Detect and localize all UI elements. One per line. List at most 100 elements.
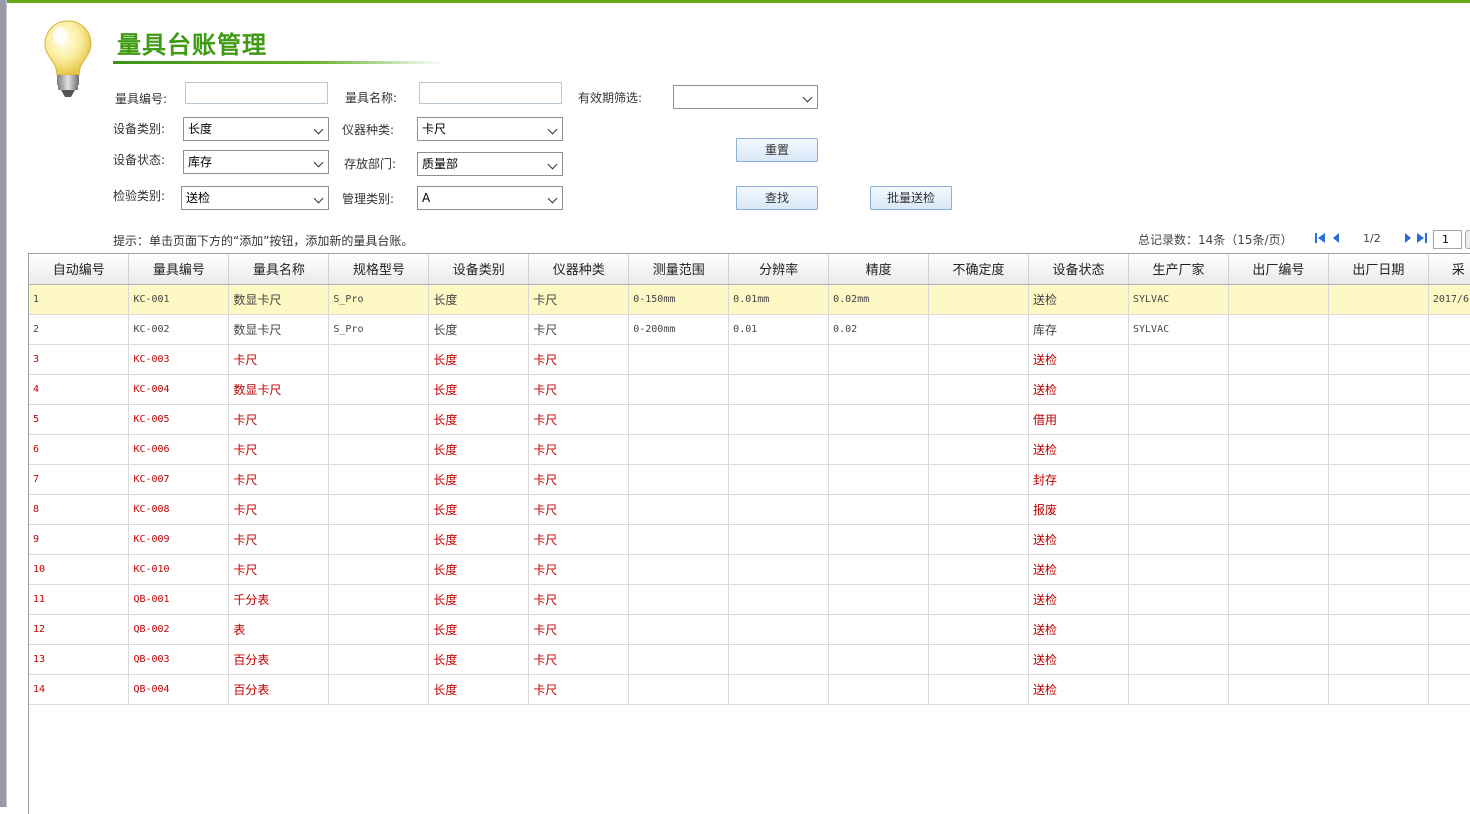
table-cell: [728, 614, 830, 645]
table-cell: [628, 674, 730, 705]
column-header[interactable]: 出厂日期: [1328, 254, 1429, 285]
inspection-type-select[interactable]: 送检: [181, 186, 329, 210]
table-row[interactable]: 9 KC-009 卡尺 长度 卡尺 送检: [29, 524, 1470, 555]
table-cell: 长度: [428, 554, 530, 585]
table-cell: 长度: [428, 494, 530, 525]
table-cell: [1328, 284, 1429, 315]
column-header[interactable]: 量具名称: [228, 254, 330, 285]
device-category-select[interactable]: 长度: [183, 117, 329, 141]
table-row[interactable]: 11 QB-001 千分表 长度 卡尺 送检: [29, 584, 1470, 615]
column-header[interactable]: 分辨率: [728, 254, 830, 285]
table-row[interactable]: 13 QB-003 百分表 长度 卡尺 送检: [29, 644, 1470, 675]
table-cell: 2017/6: [1428, 284, 1470, 315]
table-cell: [828, 434, 930, 465]
table-cell: 长度: [428, 464, 530, 495]
table-cell: [1128, 374, 1229, 405]
table-cell: [328, 494, 430, 525]
table-row[interactable]: 5 KC-005 卡尺 长度 卡尺 借用: [29, 404, 1470, 435]
management-type-select[interactable]: A: [417, 186, 563, 210]
table-cell: [628, 464, 730, 495]
table-cell: 卡尺: [228, 554, 330, 585]
table-cell: 封存: [1028, 464, 1129, 495]
column-header[interactable]: 自动编号: [29, 254, 130, 285]
next-page-icon[interactable]: [1402, 232, 1414, 244]
table-row[interactable]: 12 QB-002 表 长度 卡尺 送检: [29, 614, 1470, 645]
gauge-name-input[interactable]: [419, 82, 562, 104]
table-row[interactable]: 10 KC-010 卡尺 长度 卡尺 送检: [29, 554, 1470, 585]
column-header[interactable]: 生产厂家: [1128, 254, 1229, 285]
table-cell: [328, 674, 430, 705]
table-cell: [828, 614, 930, 645]
storage-dept-select[interactable]: 质量部: [417, 152, 563, 176]
table-cell: 0.01: [728, 314, 830, 345]
prev-page-icon[interactable]: [1330, 232, 1342, 244]
table-cell: [928, 644, 1030, 675]
table-cell: 千分表: [228, 584, 330, 615]
table-cell: [1428, 374, 1470, 405]
first-page-icon[interactable]: [1314, 232, 1326, 244]
table-row[interactable]: 2 KC-002 数显卡尺 S_Pro 长度 卡尺 0-200mm 0.01 0.02 库存 SYL…: [29, 314, 1470, 345]
validity-filter-select[interactable]: [673, 85, 818, 109]
gauge-code-input[interactable]: [185, 82, 328, 104]
table-cell: 1: [29, 284, 130, 315]
table-cell: [728, 464, 830, 495]
column-header[interactable]: 量具编号: [128, 254, 230, 285]
chevron-down-icon: [313, 157, 324, 168]
table-cell: [728, 404, 830, 435]
table-cell: [1128, 614, 1229, 645]
column-header[interactable]: 规格型号: [328, 254, 430, 285]
table-cell: KC-006: [128, 434, 230, 465]
table-cell: [1328, 434, 1429, 465]
column-header[interactable]: 测量范围: [628, 254, 730, 285]
table-cell: S_Pro: [328, 314, 430, 345]
table-cell: [328, 554, 430, 585]
table-cell: [828, 644, 930, 675]
table-row[interactable]: 4 KC-004 数显卡尺 长度 卡尺 送检: [29, 374, 1470, 405]
search-button[interactable]: 查找: [736, 186, 818, 210]
column-header[interactable]: 设备类别: [428, 254, 530, 285]
instrument-type-select[interactable]: 卡尺: [417, 117, 563, 141]
column-header[interactable]: 不确定度: [928, 254, 1030, 285]
column-header[interactable]: 精度: [828, 254, 930, 285]
table-cell: [1128, 464, 1229, 495]
table-cell: [928, 614, 1030, 645]
table-row[interactable]: 3 KC-003 卡尺 长度 卡尺 送检: [29, 344, 1470, 375]
table-cell: [828, 674, 930, 705]
table-cell: 报废: [1028, 494, 1129, 525]
table-row[interactable]: 7 KC-007 卡尺 长度 卡尺 封存: [29, 464, 1470, 495]
table-row[interactable]: 6 KC-006 卡尺 长度 卡尺 送检: [29, 434, 1470, 465]
reset-button[interactable]: 重置: [736, 138, 818, 162]
ledger-table: 自动编号 量具编号 量具名称 规格型号 设备类别 仪器种类 测量范围 分辨率 精度 不确定度 设备状…: [28, 253, 1470, 814]
table-cell: [828, 494, 930, 525]
table-cell: [828, 554, 930, 585]
table-cell: 卡尺: [528, 284, 630, 315]
device-status-select[interactable]: 库存: [183, 150, 329, 174]
table-row[interactable]: 14 QB-004 百分表 长度 卡尺 送检: [29, 674, 1470, 705]
column-header[interactable]: 出厂编号: [1228, 254, 1329, 285]
inspection-type-value: 送检: [186, 191, 211, 205]
table-cell: [928, 404, 1030, 435]
table-cell: SYLVAC: [1128, 314, 1229, 345]
table-cell: 0.02: [828, 314, 930, 345]
table-cell: [1328, 494, 1429, 525]
last-page-icon[interactable]: [1416, 232, 1428, 244]
table-row[interactable]: 8 KC-008 卡尺 长度 卡尺 报废: [29, 494, 1470, 525]
gauge-name-label: 量具名称:: [345, 91, 398, 105]
table-row[interactable]: 1 KC-001 数显卡尺 S_Pro 长度 卡尺 0-150mm 0.01mm 0.02mm 送…: [29, 284, 1470, 315]
table-cell: 卡尺: [528, 674, 630, 705]
table-cell: 7: [29, 464, 130, 495]
column-header[interactable]: 设备状态: [1028, 254, 1129, 285]
table-cell: KC-003: [128, 344, 230, 375]
column-header[interactable]: 采: [1428, 254, 1470, 285]
column-header[interactable]: 仪器种类: [528, 254, 630, 285]
table-cell: 长度: [428, 524, 530, 555]
table-cell: 卡尺: [228, 434, 330, 465]
batch-inspect-button[interactable]: 批量送检: [870, 186, 952, 210]
table-cell: [928, 434, 1030, 465]
page-title: 量具台账管理: [117, 31, 267, 59]
page-number-input[interactable]: 1: [1433, 230, 1462, 249]
go-page-button[interactable]: [1465, 230, 1470, 249]
table-cell: [1228, 374, 1329, 405]
chevron-down-icon: [547, 193, 558, 204]
table-cell: [828, 584, 930, 615]
